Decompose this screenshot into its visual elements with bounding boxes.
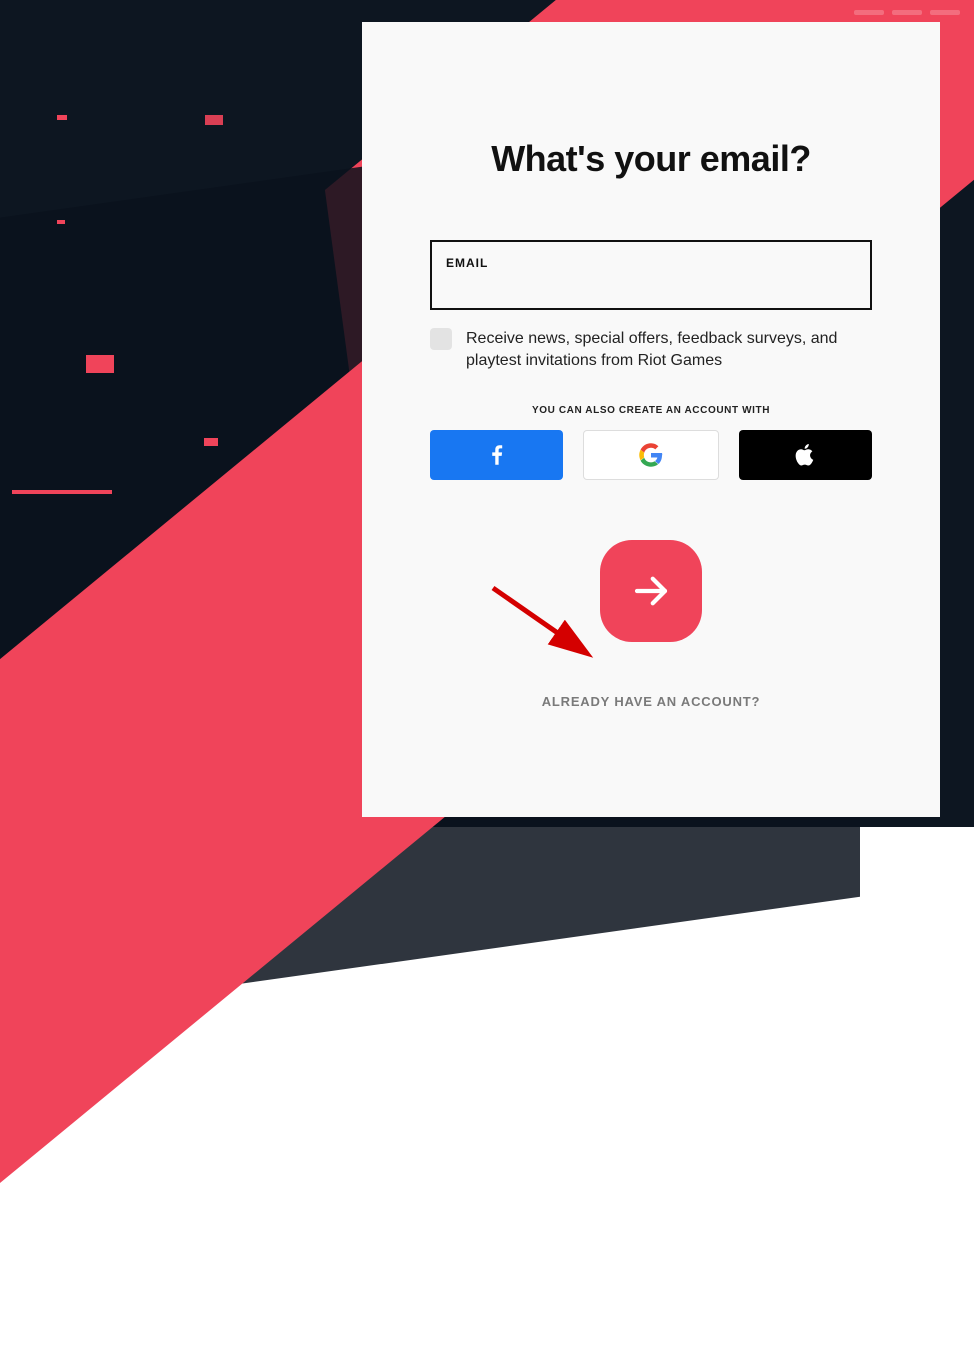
page-title: What's your email?	[491, 138, 811, 180]
apple-icon	[793, 442, 817, 468]
apple-button[interactable]	[739, 430, 872, 480]
social-buttons	[430, 430, 872, 480]
social-heading: YOU CAN ALSO CREATE AN ACCOUNT WITH	[532, 405, 770, 416]
facebook-icon	[484, 442, 510, 468]
email-label: EMAIL	[446, 256, 488, 270]
progress-indicator	[854, 10, 960, 15]
email-input[interactable]	[446, 272, 856, 300]
newsletter-row: Receive news, special offers, feedback s…	[430, 328, 872, 371]
newsletter-checkbox[interactable]	[430, 328, 452, 350]
already-have-account-link[interactable]: ALREADY HAVE AN ACCOUNT?	[542, 694, 761, 709]
google-button[interactable]	[583, 430, 718, 480]
next-button[interactable]	[600, 540, 702, 642]
arrow-right-icon	[630, 570, 672, 612]
signup-card: What's your email? EMAIL Receive news, s…	[362, 22, 940, 817]
email-field-wrapper[interactable]: EMAIL	[430, 240, 872, 310]
facebook-button[interactable]	[430, 430, 563, 480]
google-icon	[639, 443, 663, 467]
newsletter-label: Receive news, special offers, feedback s…	[466, 328, 872, 371]
